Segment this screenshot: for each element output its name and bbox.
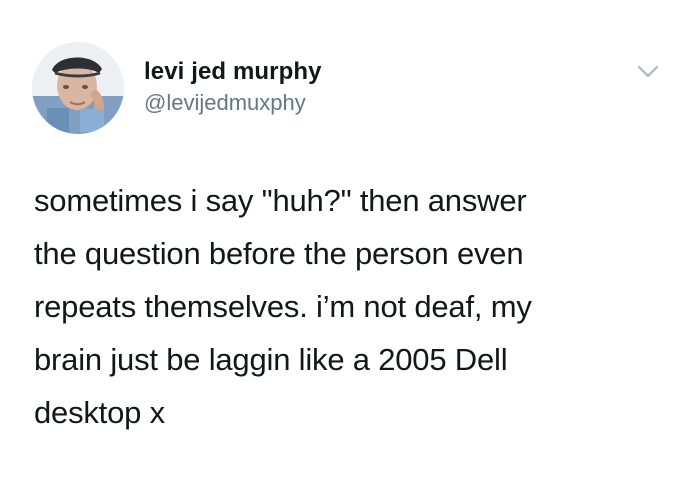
- tweet-card: levi jed murphy @levijedmuxphy sometimes…: [0, 0, 690, 478]
- handle[interactable]: @levijedmuxphy: [144, 90, 306, 116]
- display-name[interactable]: levi jed murphy: [144, 58, 322, 86]
- tweet-line: brain just be laggin like a 2005 Dell: [34, 342, 508, 377]
- tweet-line: sometimes i say "huh?" then answer: [34, 183, 527, 218]
- tweet-line: the question before the person even: [34, 236, 524, 271]
- tweet-text: sometimes i say "huh?" then answer the q…: [34, 174, 664, 439]
- tweet-line: desktop x: [34, 395, 165, 430]
- chevron-down-icon[interactable]: [637, 64, 659, 80]
- profile-photo-icon: [32, 42, 124, 134]
- tweet-line: repeats themselves. i’m not deaf, my: [34, 289, 532, 324]
- avatar[interactable]: [32, 42, 124, 134]
